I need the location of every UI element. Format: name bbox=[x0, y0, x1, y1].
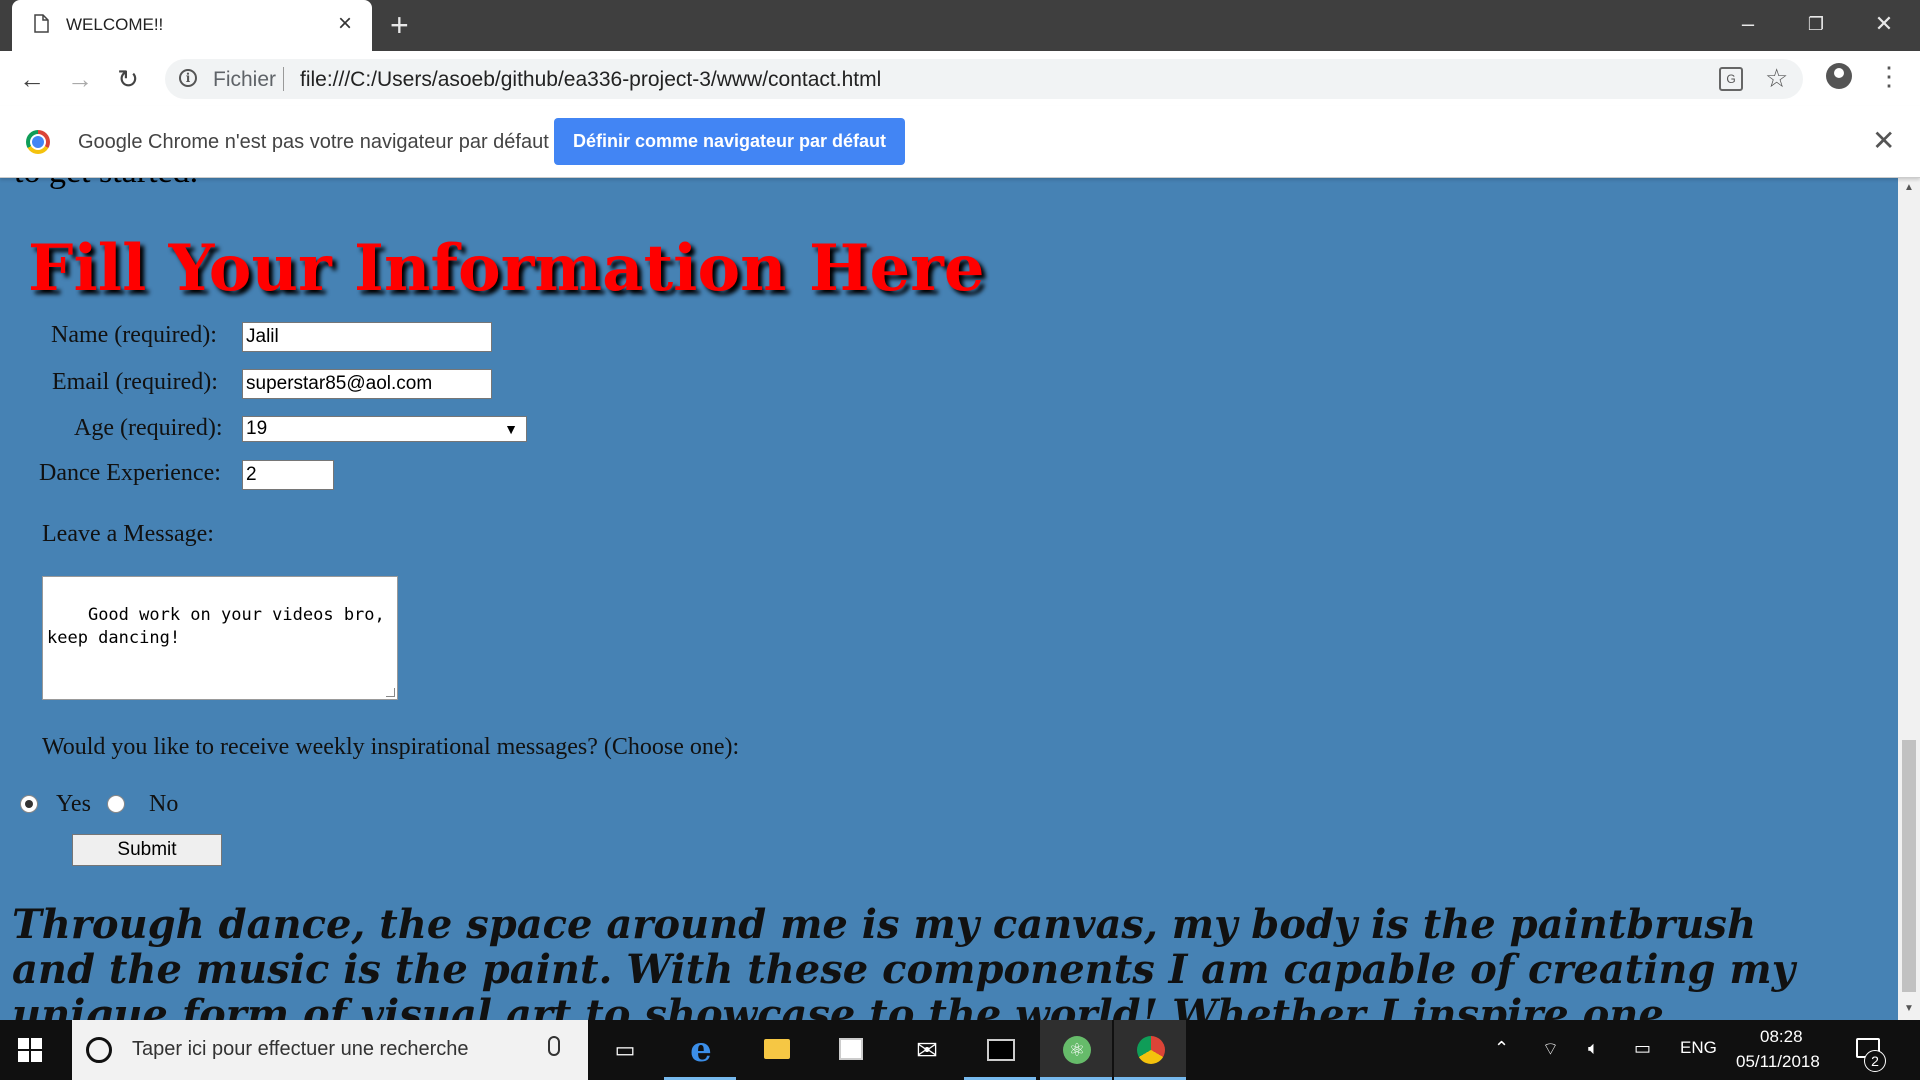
volume-icon[interactable]: 🔈︎ bbox=[1588, 1038, 1599, 1059]
minimize-icon[interactable]: – bbox=[1728, 6, 1768, 42]
yes-radio[interactable] bbox=[20, 795, 38, 813]
windows-taskbar: Taper ici pour effectuer une recherche ▭… bbox=[0, 1020, 1920, 1080]
microphone-icon[interactable] bbox=[548, 1036, 560, 1056]
window-close-icon[interactable]: ✕ bbox=[1864, 6, 1904, 42]
bookmark-star-icon[interactable]: ☆ bbox=[1765, 63, 1788, 93]
infobar-close-icon[interactable]: ✕ bbox=[1872, 126, 1895, 156]
notification-count-badge: 2 bbox=[1864, 1050, 1886, 1072]
language-indicator[interactable]: ENG bbox=[1680, 1038, 1717, 1058]
atom-icon[interactable]: ⚛ bbox=[1040, 1020, 1112, 1080]
taskbar-search[interactable]: Taper ici pour effectuer une recherche bbox=[72, 1020, 588, 1080]
terminal-icon[interactable] bbox=[964, 1020, 1036, 1080]
set-default-browser-button[interactable]: Définir comme navigateur par défaut bbox=[554, 118, 905, 165]
restore-icon[interactable]: ❐ bbox=[1796, 6, 1836, 42]
dropdown-arrow-icon: ▼ bbox=[504, 421, 518, 437]
yes-label: Yes bbox=[56, 791, 91, 817]
translate-icon[interactable]: G bbox=[1719, 67, 1743, 91]
address-scheme-label: Fichier bbox=[213, 68, 277, 91]
browser-toolbar: ← → ↻ i Fichier file:///C:/Users/asoeb/g… bbox=[0, 51, 1920, 107]
tray-chevron-icon[interactable]: ⌃ bbox=[1494, 1038, 1509, 1059]
windows-start-icon[interactable] bbox=[18, 1038, 42, 1062]
address-bar[interactable]: i Fichier file:///C:/Users/asoeb/github/… bbox=[165, 59, 1803, 99]
back-icon[interactable]: ← bbox=[14, 61, 50, 97]
no-radio[interactable] bbox=[107, 795, 125, 813]
page-scrollbar[interactable]: ▲ ▼ bbox=[1898, 177, 1920, 1020]
name-label: Name (required): bbox=[51, 322, 217, 348]
url-text[interactable]: file:///C:/Users/asoeb/github/ea336-proj… bbox=[300, 68, 881, 92]
email-input[interactable]: superstar85@aol.com bbox=[242, 369, 492, 399]
clock-time[interactable]: 08:28 bbox=[1760, 1027, 1803, 1047]
experience-input[interactable]: 2 bbox=[242, 460, 334, 490]
edge-icon[interactable]: e bbox=[664, 1020, 736, 1080]
dance-quote: Through dance, the space around me is my… bbox=[12, 901, 1795, 1020]
age-selected-value: 19 bbox=[246, 418, 268, 439]
message-label: Leave a Message: bbox=[42, 521, 214, 547]
file-explorer-icon[interactable] bbox=[740, 1020, 812, 1080]
store-icon[interactable] bbox=[814, 1020, 886, 1080]
submit-button[interactable]: Submit bbox=[72, 834, 222, 866]
reload-icon[interactable]: ↻ bbox=[110, 61, 146, 97]
network-icon[interactable]: ⌔ bbox=[1542, 1038, 1559, 1061]
email-label: Email (required): bbox=[52, 369, 218, 395]
new-tab-icon[interactable]: + bbox=[390, 9, 409, 41]
age-label: Age (required): bbox=[74, 415, 223, 441]
experience-label: Dance Experience: bbox=[39, 460, 221, 486]
page-content: to get started. Fill Your Information He… bbox=[0, 177, 1898, 1020]
document-icon bbox=[34, 14, 49, 33]
age-select[interactable]: 19 ▼ bbox=[242, 416, 527, 442]
clock-date[interactable]: 05/11/2018 bbox=[1736, 1052, 1820, 1072]
message-text: Good work on your videos bro, keep danci… bbox=[47, 605, 385, 648]
message-textarea[interactable]: Good work on your videos bro, keep danci… bbox=[42, 576, 398, 700]
tab-close-icon[interactable]: × bbox=[338, 11, 352, 37]
default-browser-infobar: Google Chrome n'est pas votre navigateur… bbox=[0, 106, 1920, 178]
newsletter-question: Would you like to receive weekly inspira… bbox=[42, 734, 740, 760]
chrome-taskbar-icon[interactable] bbox=[1114, 1020, 1186, 1080]
task-view-icon[interactable]: ▭ bbox=[588, 1020, 660, 1080]
partial-text: to get started. bbox=[14, 177, 198, 191]
battery-icon[interactable]: ▭ bbox=[1634, 1038, 1651, 1059]
cortana-icon[interactable] bbox=[86, 1037, 112, 1063]
site-info-icon[interactable]: i bbox=[179, 69, 197, 87]
account-icon[interactable] bbox=[1826, 63, 1852, 89]
tab-strip: WELCOME!! × + – ❐ ✕ bbox=[0, 0, 1920, 51]
name-input[interactable]: Jalil bbox=[242, 322, 492, 352]
mail-icon[interactable]: ✉ bbox=[890, 1020, 962, 1080]
forward-icon[interactable]: → bbox=[62, 61, 98, 97]
chrome-logo-icon bbox=[26, 130, 50, 154]
browser-tab[interactable]: WELCOME!! × bbox=[12, 0, 372, 51]
no-label: No bbox=[149, 791, 179, 817]
tab-title: WELCOME!! bbox=[66, 15, 164, 34]
scroll-down-icon[interactable]: ▼ bbox=[1898, 998, 1920, 1020]
scrollbar-thumb[interactable] bbox=[1902, 740, 1916, 992]
resize-grip-icon[interactable] bbox=[386, 688, 395, 697]
scroll-up-icon[interactable]: ▲ bbox=[1898, 177, 1920, 199]
infobar-message: Google Chrome n'est pas votre navigateur… bbox=[78, 131, 549, 153]
taskbar-search-placeholder: Taper ici pour effectuer une recherche bbox=[132, 1038, 469, 1060]
form-heading: Fill Your Information Here bbox=[28, 231, 985, 306]
menu-icon[interactable]: ⋮ bbox=[1876, 61, 1902, 91]
address-separator bbox=[283, 67, 284, 91]
